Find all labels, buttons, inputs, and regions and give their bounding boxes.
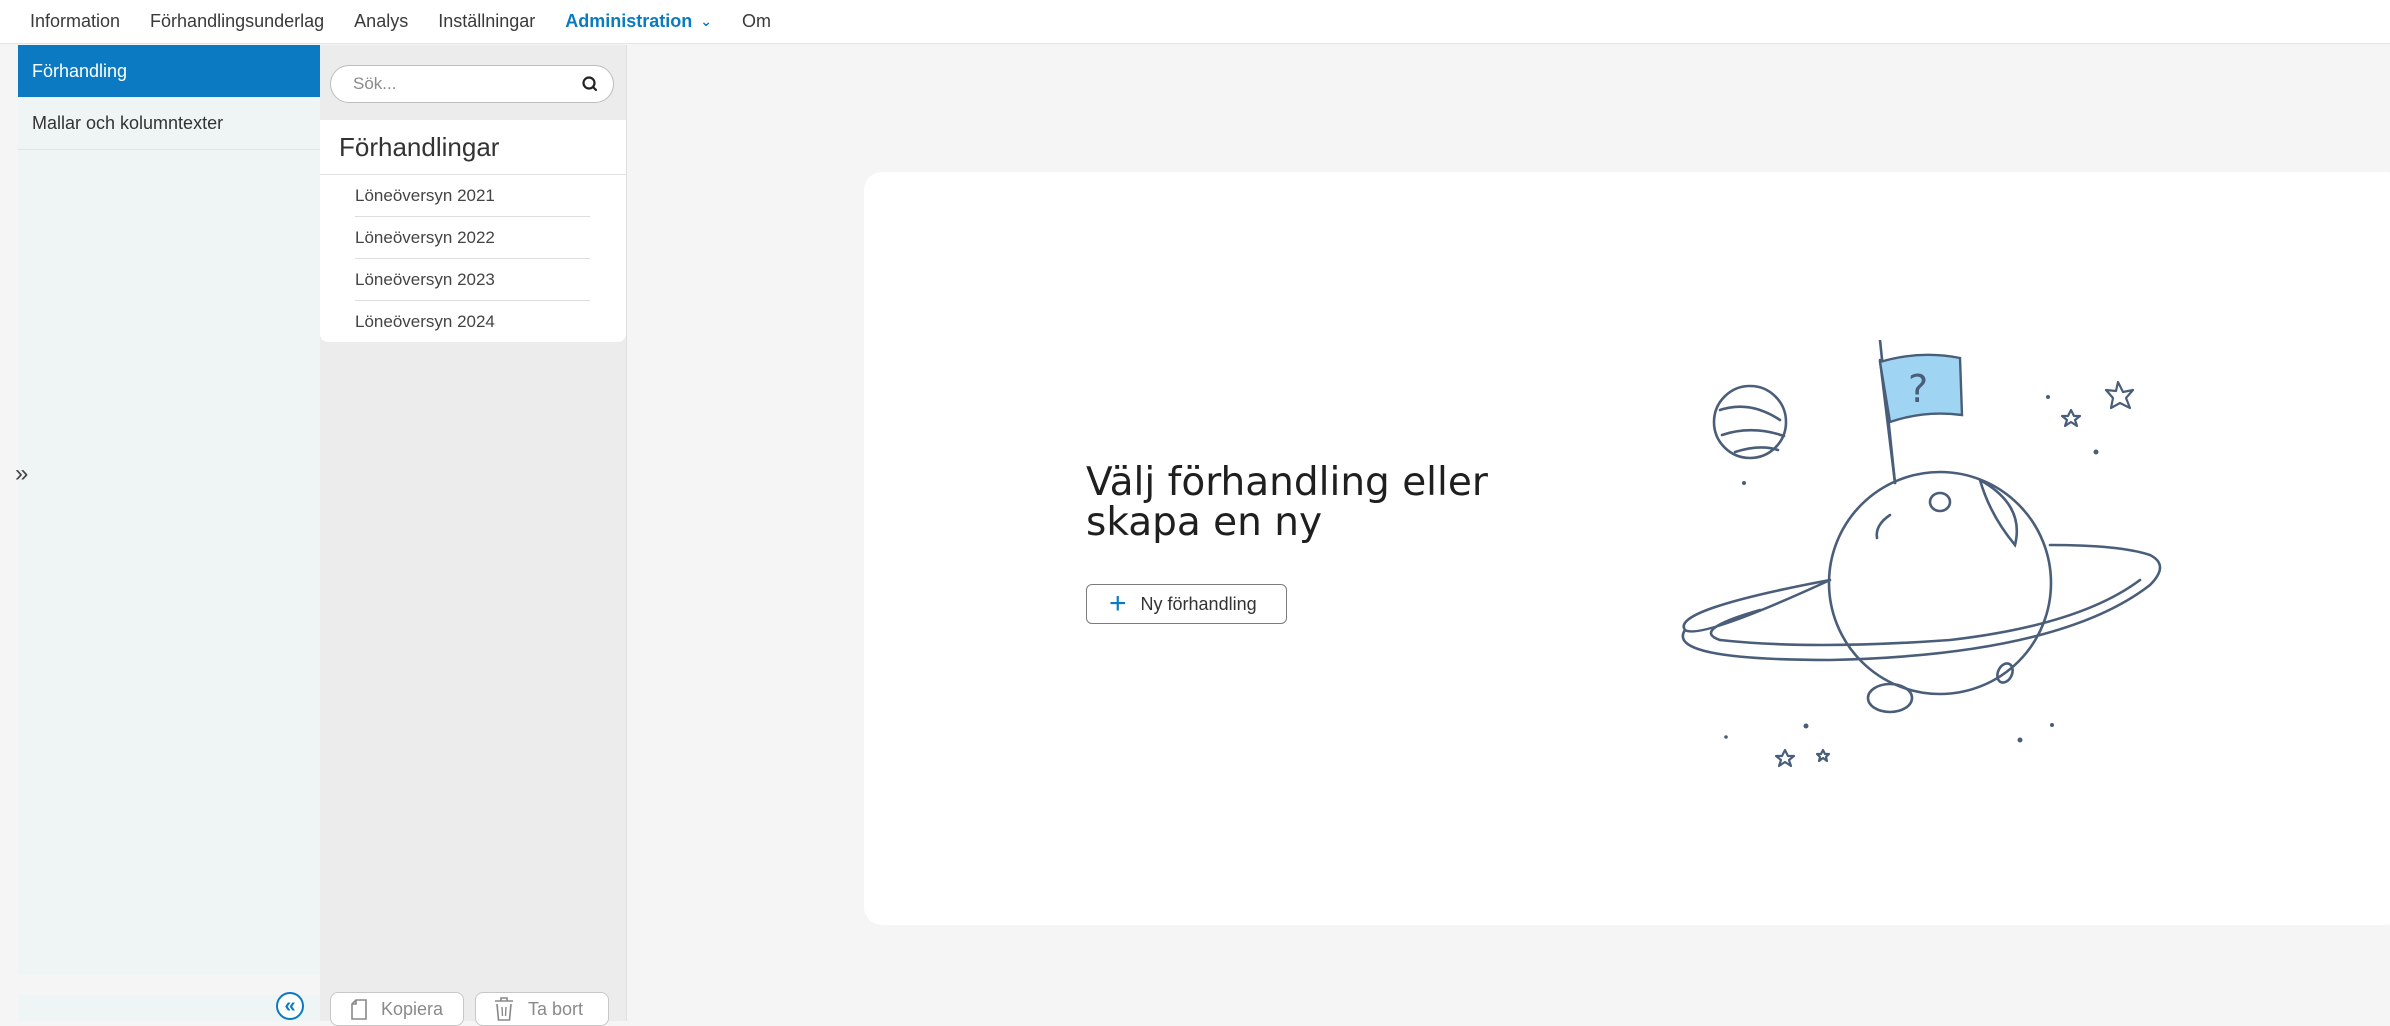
copy-label: Kopiera: [381, 998, 444, 1019]
sidebar-footer: [18, 995, 320, 1021]
list-item[interactable]: Löneöversyn 2023: [355, 259, 590, 301]
negotiation-list-column: Förhandlingar Löneöversyn 2021 Löneövers…: [320, 45, 627, 1021]
sidebar-item-mallar[interactable]: Mallar och kolumntexter: [18, 97, 320, 150]
trash-icon: [495, 997, 513, 1021]
chevron-down-icon: ⌄: [700, 13, 713, 29]
list-item[interactable]: Löneöversyn 2024: [355, 301, 590, 342]
nav-analys[interactable]: Analys: [354, 11, 408, 32]
nav-installningar[interactable]: Inställningar: [438, 11, 535, 32]
collapse-sidebar-button[interactable]: «: [276, 992, 304, 1020]
delete-label: Ta bort: [528, 998, 584, 1019]
copy-icon: [351, 999, 367, 1020]
plus-icon: +: [1109, 587, 1127, 620]
top-navigation: Information Förhandlingsunderlag Analys …: [0, 0, 2390, 44]
empty-state-heading: Välj förhandling eller skapa en ny: [1086, 460, 1488, 545]
nav-information[interactable]: Information: [30, 11, 120, 32]
search-input[interactable]: [351, 73, 581, 95]
double-chevron-right-icon[interactable]: »: [15, 460, 28, 488]
sidebar: Förhandling Mallar och kolumntexter: [18, 45, 321, 975]
new-negotiation-button[interactable]: + Ny förhandling: [1086, 584, 1287, 624]
list-item[interactable]: Löneöversyn 2022: [355, 217, 590, 259]
nav-om[interactable]: Om: [742, 11, 771, 32]
planet-flag-illustration: ?: [1681, 340, 2162, 768]
search-box[interactable]: [330, 65, 614, 103]
double-chevron-left-icon: «: [284, 995, 296, 1017]
search-icon[interactable]: [581, 75, 599, 93]
nav-administration-label: Administration: [565, 11, 693, 31]
nav-administration[interactable]: Administration ⌄: [565, 11, 712, 32]
nav-forhandlingsunderlag[interactable]: Förhandlingsunderlag: [150, 11, 324, 32]
svg-text:?: ?: [1908, 367, 1928, 411]
new-negotiation-label: Ny förhandling: [1140, 593, 1257, 614]
list-item[interactable]: Löneöversyn 2021: [355, 175, 590, 217]
negotiation-panel: Förhandlingar Löneöversyn 2021 Löneövers…: [320, 120, 626, 342]
panel-title: Förhandlingar: [320, 120, 626, 175]
sidebar-item-forhandling[interactable]: Förhandling: [18, 45, 320, 97]
